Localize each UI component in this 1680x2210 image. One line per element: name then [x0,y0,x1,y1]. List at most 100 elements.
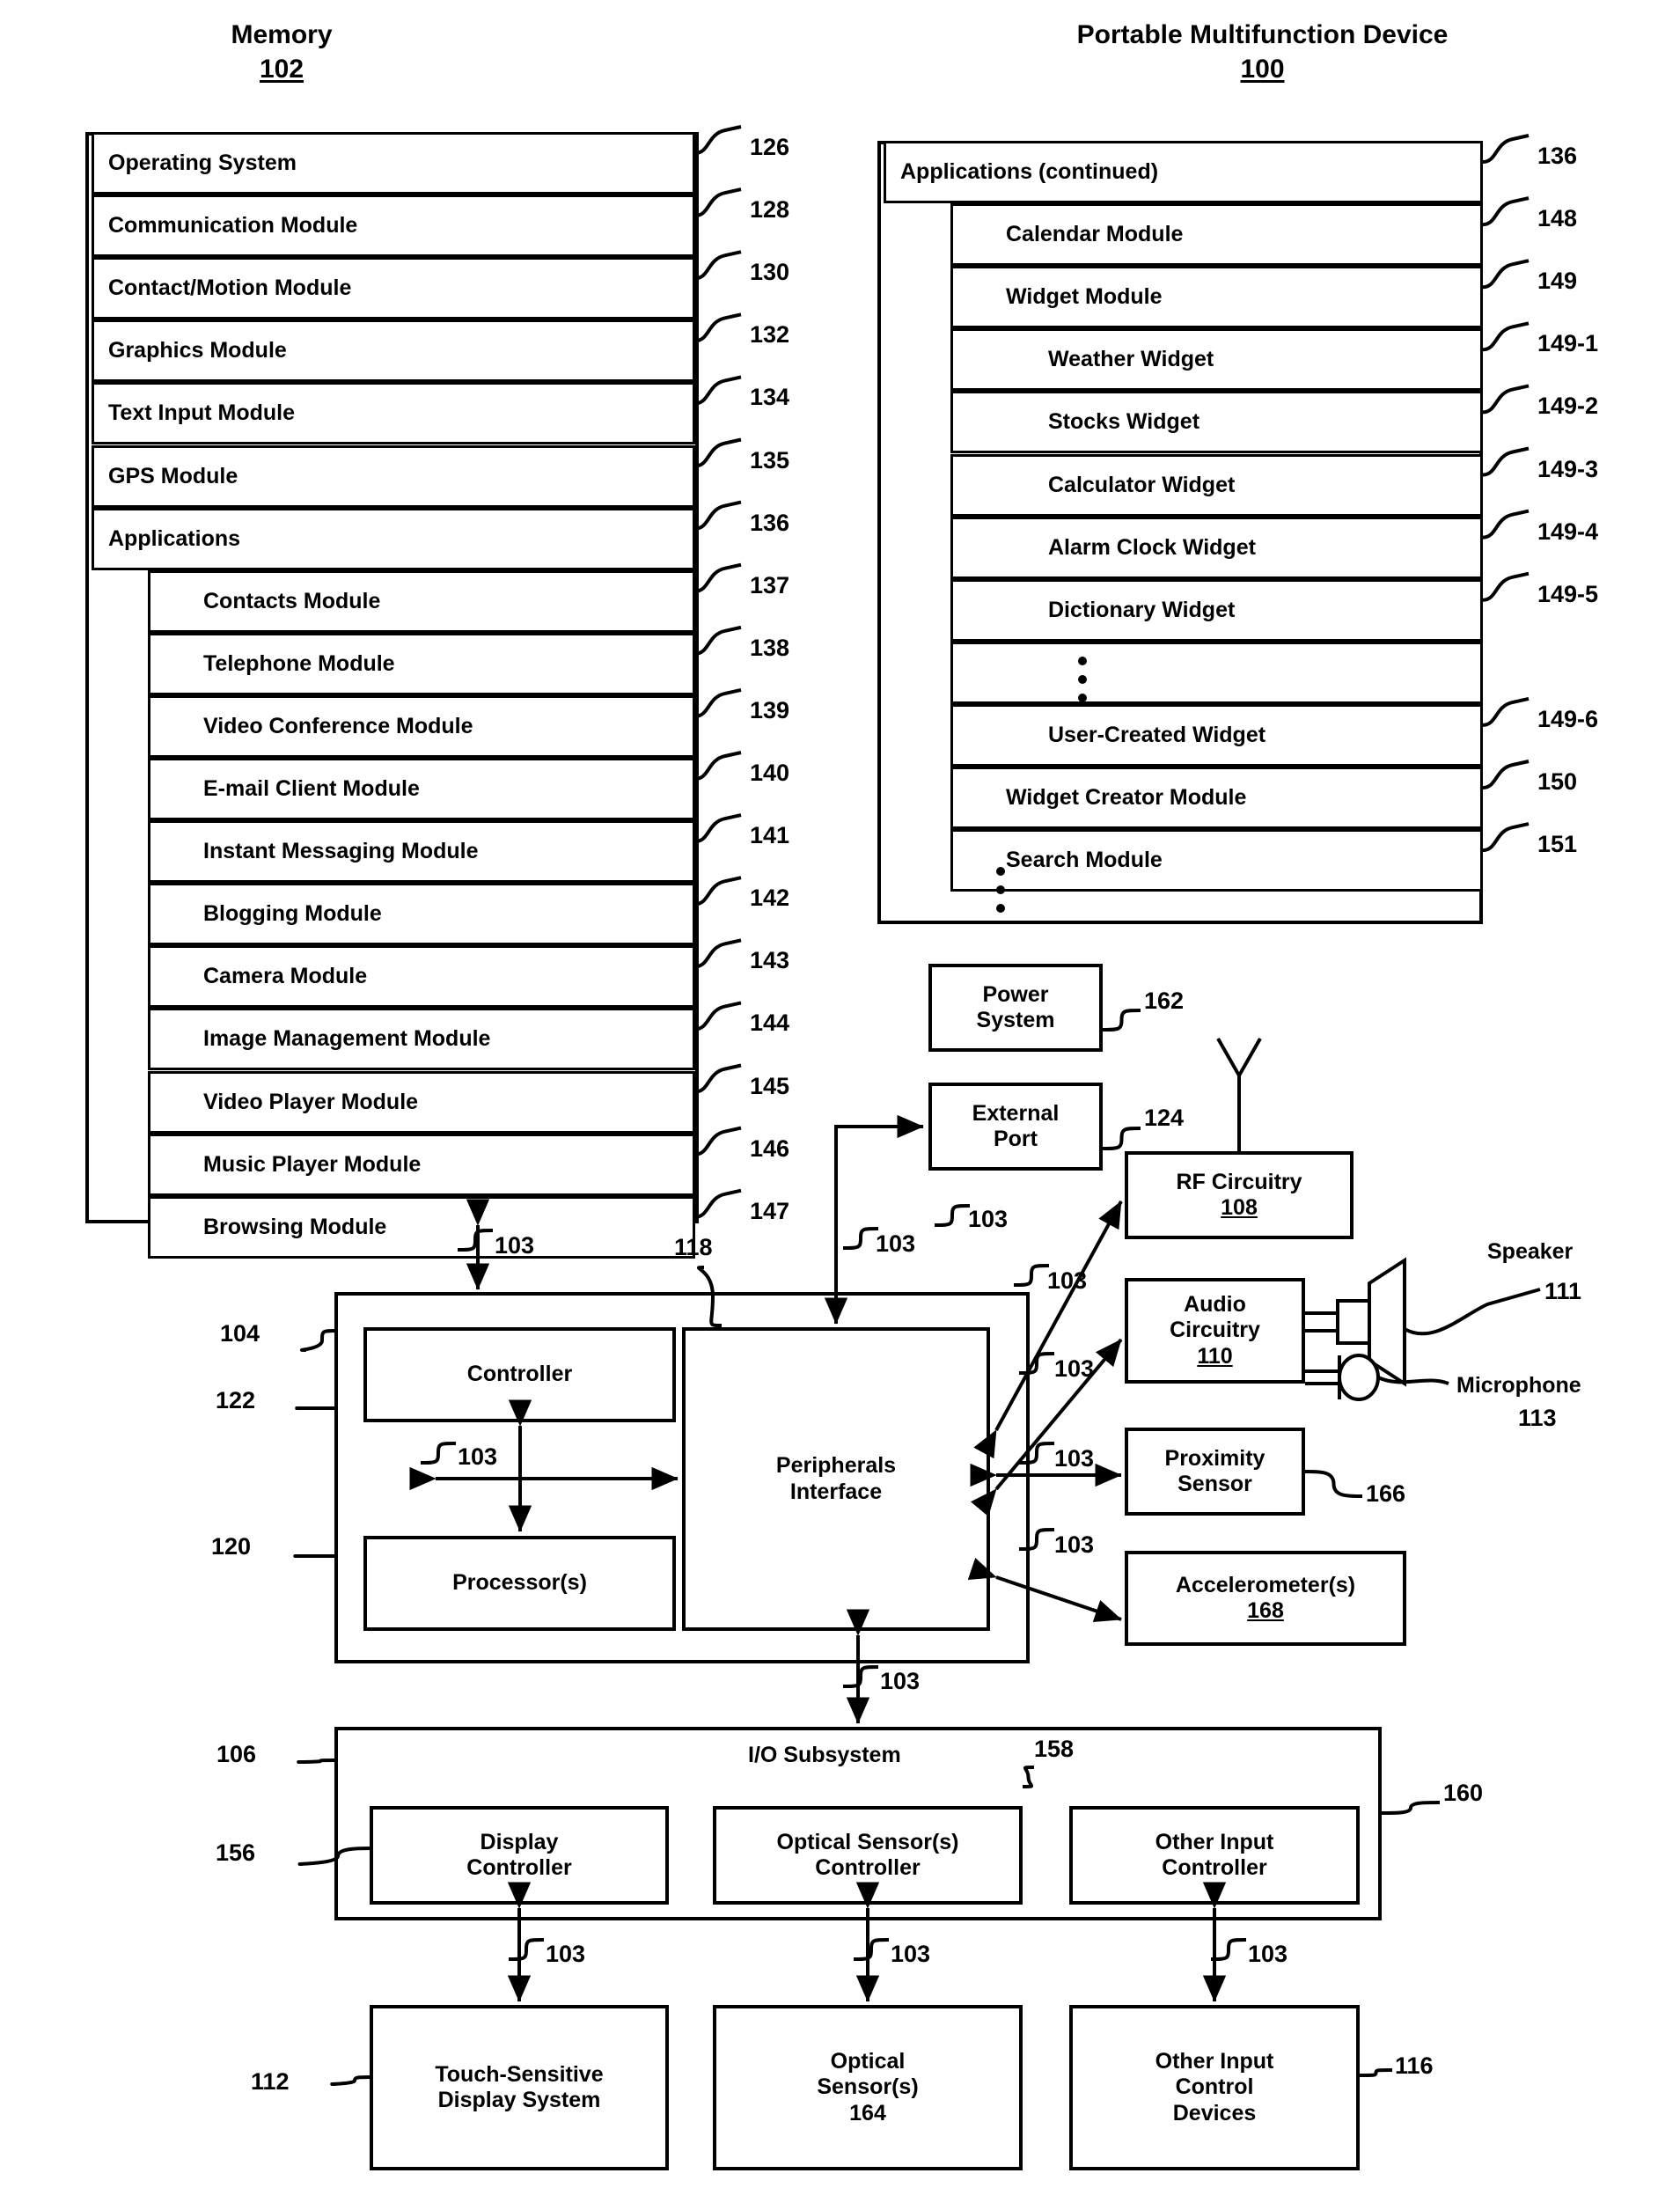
ref-142: 142 [750,885,790,912]
ref-103-optical-bus: 103 [891,1941,931,1967]
speaker-cone [1368,1257,1406,1387]
rf-circuitry-label: RF Circuitry [1176,1169,1302,1194]
list-item-label: Blogging Module [203,901,382,927]
peripherals-interface-block: Peripherals Interface [682,1327,990,1631]
ref-143: 143 [750,947,790,974]
ref-149-1: 149-1 [1537,330,1599,357]
ref-149-6: 149-6 [1537,705,1599,732]
ref-104: 104 [220,1320,260,1347]
ref-103-ext-port-bus: 103 [968,1206,1009,1232]
list-item-label: Widget Module [1006,284,1163,310]
device-ref: 100 [1240,55,1285,84]
speaker-label: Speaker [1487,1239,1574,1264]
ref-103-accel-bus: 103 [1054,1531,1095,1558]
optical-sensors-number: 164 [849,2100,886,2126]
io-subsystem-label: I/O Subsystem [748,1743,901,1767]
list-item-label: User-Created Widget [1048,722,1266,747]
proximity-sensor-label: Proximity Sensor [1164,1445,1266,1497]
ref-112: 112 [251,2068,290,2095]
list-item: Widget Creator Module [950,767,1483,830]
list-item: Video Player Module [148,1070,695,1134]
ref-149: 149 [1537,268,1578,295]
list-item: Contact/Motion Module [92,257,695,320]
microphone-leads [1305,1369,1339,1385]
microphone-leader [1377,1376,1449,1385]
device-heading: Portable Multifunction Device 100 [845,18,1680,86]
list-item-label: Stocks Widget [1048,409,1200,435]
list-item: Alarm Clock Widget [950,516,1483,579]
power-system-block: Power System [928,964,1103,1052]
ref-103-peripherals-top: 103 [876,1230,916,1257]
display-controller-label: Display Controller [466,1829,572,1881]
ref-140: 140 [750,760,790,786]
ref-103-display-bus: 103 [546,1941,586,1967]
list-item: Video Conference Module [148,694,695,758]
list-item-label: Calculator Widget [1048,472,1236,497]
ref-103-io-bus: 103 [880,1668,921,1694]
ref-160: 160 [1443,1780,1484,1806]
ref-103-memory-bus: 103 [495,1232,535,1259]
list-item-label: Image Management Module [203,1026,491,1052]
speaker-leads [1305,1311,1338,1333]
memory-heading: Memory 102 [0,18,563,86]
microphone-capsule [1338,1354,1380,1401]
ref-130: 130 [750,259,790,286]
list-item: Calendar Module [950,203,1483,267]
ref-148: 148 [1537,205,1578,232]
memory-title: Memory [231,20,333,49]
list-item: Search Module [950,829,1483,892]
optical-sensors-label: Optical Sensor(s) [817,2048,919,2100]
display-controller-block: Display Controller [370,1806,669,1905]
ref-166: 166 [1366,1480,1406,1507]
ref-150: 150 [1537,768,1578,795]
optical-sensors-block: Optical Sensor(s) 164 [713,2005,1023,2170]
list-item: Camera Module [148,945,695,1009]
list-item-label: Communication Module [108,213,358,239]
ref-103-rf-bus: 103 [1047,1267,1088,1294]
ref-116: 116 [1395,2052,1434,2079]
list-item: Widget Module [950,266,1483,329]
list-item-label: Search Module [1006,848,1163,873]
ref-138: 138 [750,634,790,661]
ref-126: 126 [750,134,790,160]
controller-label: Controller [466,1362,573,1387]
list-item-label: Weather Widget [1048,347,1214,372]
touch-display-label: Touch-Sensitive Display System [435,2061,604,2113]
proximity-sensor-block: Proximity Sensor [1125,1428,1305,1516]
applications-ellipsis-icon [996,867,1005,922]
controller-block: Controller [363,1327,676,1422]
list-item-label: Music Player Module [203,1151,422,1177]
ref-141: 141 [750,822,790,849]
list-item-label: Operating System [108,151,297,176]
list-item: Operating System [92,132,695,195]
peripherals-interface-label: Peripherals Interface [775,1453,897,1504]
list-item-label: Text Input Module [108,400,296,426]
list-item: Dictionary Widget [950,578,1483,642]
list-item-label: Applications [108,525,241,551]
ref-128: 128 [750,196,790,224]
other-input-controller-label: Other Input Controller [1155,1829,1274,1881]
list-item: Applications (continued) [884,141,1483,204]
list-item: Image Management Module [148,1008,695,1071]
ref-103-proximity-bus: 103 [1054,1445,1095,1472]
external-port-label: External Port [972,1100,1060,1152]
list-item-label: Calendar Module [1006,222,1184,247]
list-item: Music Player Module [148,1133,695,1196]
optical-sensor-controller-block: Optical Sensor(s) Controller [713,1806,1023,1905]
ref-113: 113 [1518,1405,1557,1431]
processors-label: Processor(s) [452,1570,587,1596]
ref-147: 147 [750,1197,790,1224]
ref-149-2: 149-2 [1537,393,1599,420]
speaker-leader [1404,1288,1541,1336]
ref-136: 136 [750,509,790,536]
list-item: Contacts Module [148,569,695,633]
ref-149-5: 149-5 [1537,580,1599,607]
list-item: Stocks Widget [950,391,1483,454]
microphone-label: Microphone [1456,1373,1581,1398]
list-item: User-Created Widget [950,703,1483,767]
list-item-label: Graphics Module [108,338,287,363]
other-input-devices-block: Other Input Control Devices [1069,2005,1360,2170]
ref-136: 136 [1537,143,1578,169]
ref-132: 132 [750,321,790,349]
ref-156: 156 [216,1839,256,1866]
